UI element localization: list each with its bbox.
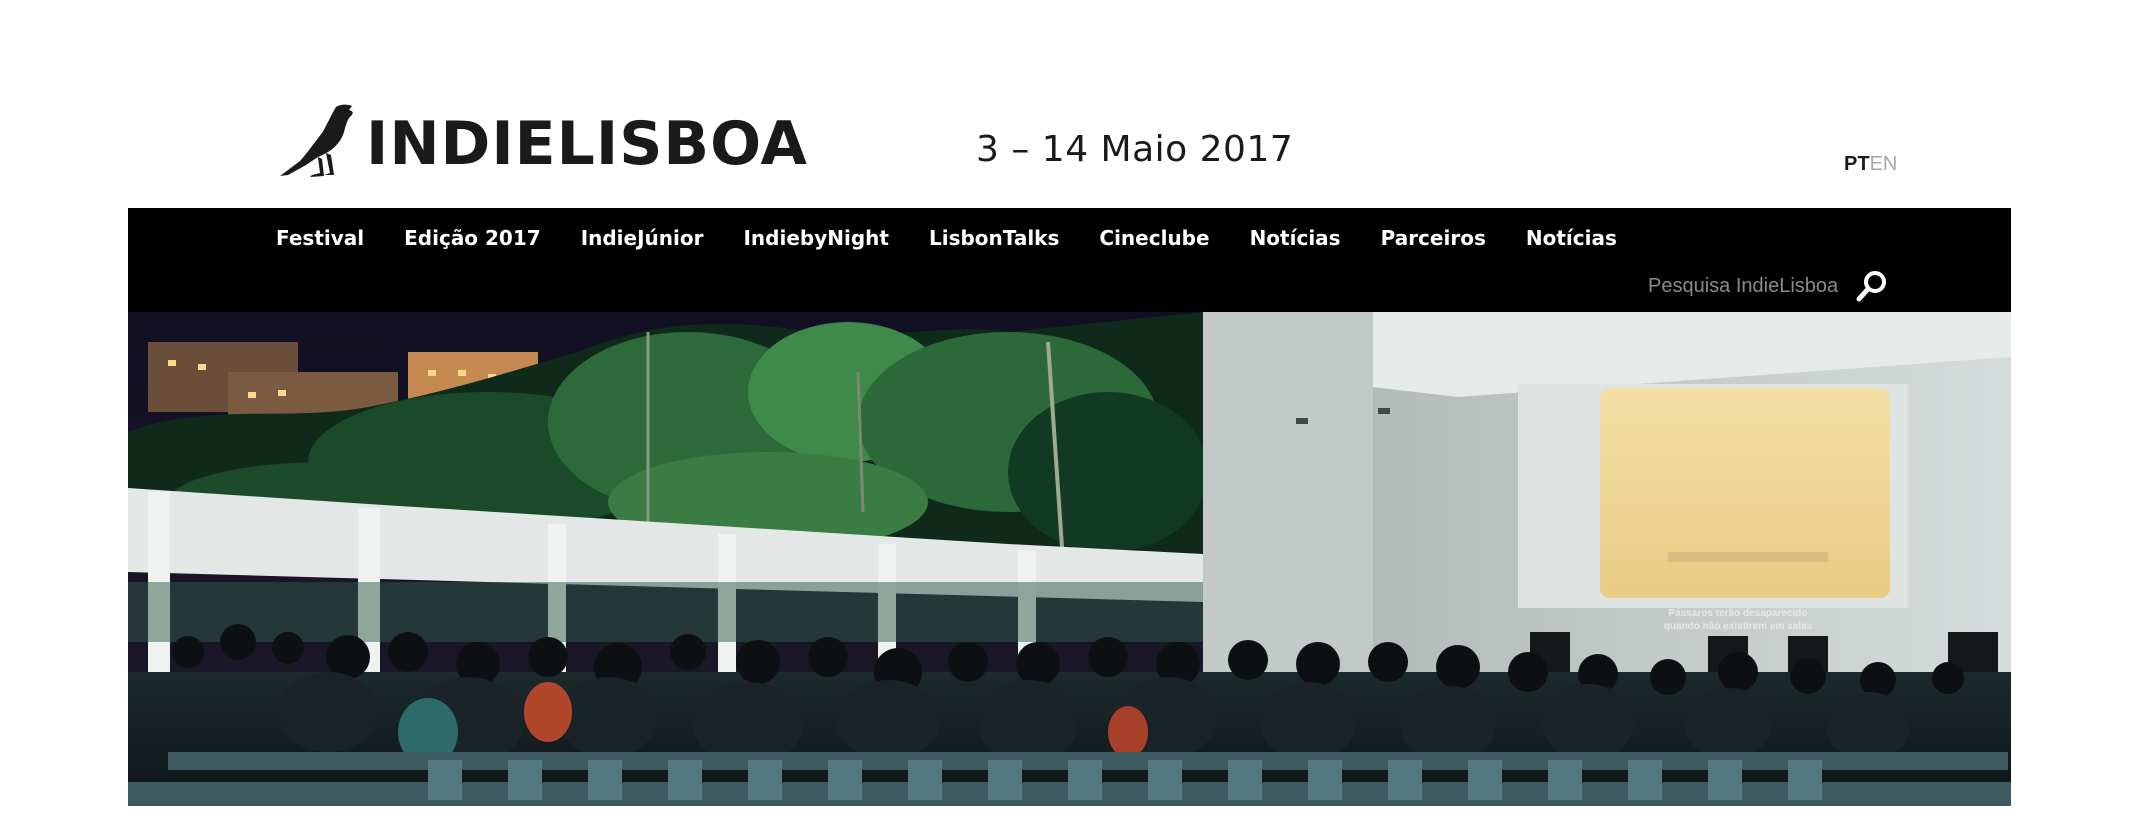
hero-banner-image: Pássaros terão desaparecido quando não e… xyxy=(128,312,2011,806)
search-input[interactable] xyxy=(1648,272,1838,300)
nav-item-indiebynight[interactable]: IndiebyNight xyxy=(743,226,888,250)
lang-en-link[interactable]: EN xyxy=(1870,153,1898,175)
lang-pt-link[interactable]: PT xyxy=(1844,153,1870,175)
nav-item-edicao-2017[interactable]: Edição 2017 xyxy=(404,226,541,250)
nav-item-parceiros[interactable]: Parceiros xyxy=(1381,226,1486,250)
blackbird-icon xyxy=(280,104,353,177)
language-switcher: PTEN xyxy=(1844,154,1897,174)
site-header: INDIELISBOA 3 – 14 Maio 2017 PTEN xyxy=(0,0,2129,208)
nav-item-cineclube[interactable]: Cineclube xyxy=(1099,226,1209,250)
search-icon xyxy=(1856,271,1886,302)
nav-item-noticias-2[interactable]: Notícias xyxy=(1526,226,1617,250)
logo-text: INDIELISBOA xyxy=(366,109,808,179)
festival-dates: 3 – 14 Maio 2017 xyxy=(976,129,1294,170)
logo-link[interactable]: INDIELISBOA xyxy=(278,103,808,179)
nav-item-noticias[interactable]: Notícias xyxy=(1250,226,1341,250)
search-button[interactable] xyxy=(1854,268,1890,304)
main-navbar: Festival Edição 2017 IndieJúnior Indieby… xyxy=(128,208,2011,312)
film-subtitle: Pássaros terão desaparecido quando não e… xyxy=(1663,608,1813,632)
nav-item-indiejunior[interactable]: IndieJúnior xyxy=(581,226,704,250)
nav-item-festival[interactable]: Festival xyxy=(276,226,364,250)
nav-item-lisbontalks[interactable]: LisbonTalks xyxy=(929,226,1059,250)
outdoor-cinema-photo xyxy=(128,312,2011,806)
nav-menu: Festival Edição 2017 IndieJúnior Indieby… xyxy=(276,226,1657,250)
